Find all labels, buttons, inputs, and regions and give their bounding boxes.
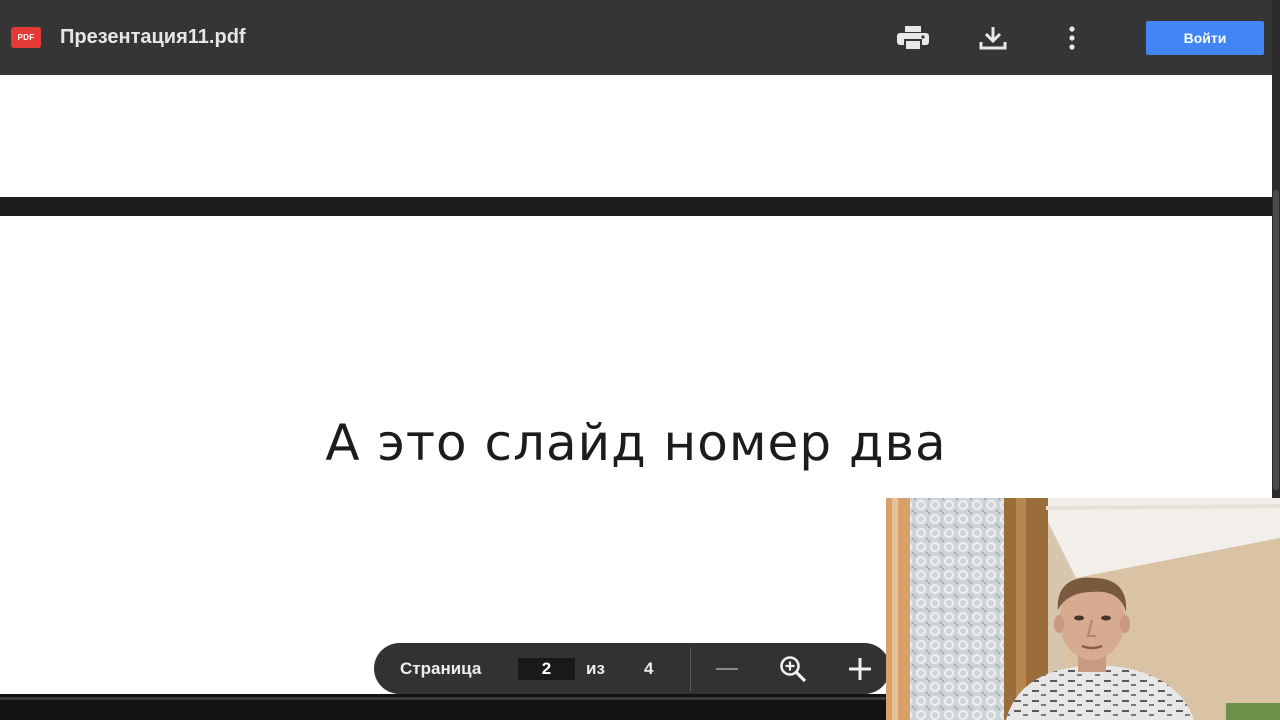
login-button[interactable]: Войти bbox=[1146, 21, 1264, 55]
more-options-button[interactable] bbox=[1055, 22, 1089, 54]
page-of-label: из bbox=[586, 659, 605, 678]
zoom-fit-button[interactable] bbox=[778, 654, 808, 684]
nav-divider bbox=[690, 647, 691, 691]
total-pages: 4 bbox=[644, 659, 654, 678]
zoom-in-button[interactable] bbox=[845, 654, 875, 684]
page-separator bbox=[0, 197, 1272, 216]
viewer-toolbar: PDF Презентация11.pdf Войти bbox=[0, 0, 1272, 75]
pdf-file-icon: PDF bbox=[11, 27, 41, 48]
plus-icon bbox=[849, 658, 871, 680]
print-icon bbox=[897, 26, 929, 51]
zoom-out-button[interactable] bbox=[712, 654, 742, 684]
page-navigation-bar: Страница из 4 bbox=[374, 643, 890, 694]
download-button[interactable] bbox=[976, 22, 1010, 54]
webcam-video-image bbox=[886, 498, 1280, 720]
pdf-viewer: А это слайд номер два PDF Презентация11.… bbox=[0, 0, 1280, 720]
scrollbar-thumb[interactable] bbox=[1273, 190, 1279, 490]
minus-icon bbox=[716, 668, 738, 670]
more-vert-icon bbox=[1069, 26, 1075, 50]
download-icon bbox=[979, 27, 1007, 50]
webcam-overlay bbox=[886, 498, 1280, 720]
current-page-input[interactable] bbox=[518, 658, 575, 680]
slide-heading: А это слайд номер два bbox=[325, 414, 947, 472]
pdf-page-previous bbox=[0, 75, 1272, 197]
file-title: Презентация11.pdf bbox=[60, 26, 246, 48]
print-button[interactable] bbox=[896, 22, 930, 54]
page-label: Страница bbox=[400, 659, 482, 678]
zoom-in-magnifier-icon bbox=[780, 656, 807, 683]
